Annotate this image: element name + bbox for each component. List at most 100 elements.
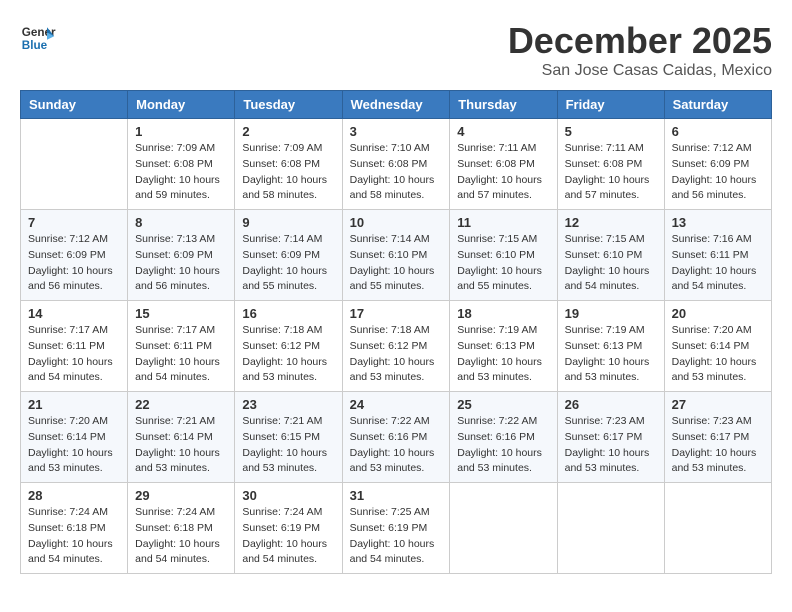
day-info: Sunrise: 7:21 AM Sunset: 6:15 PM Dayligh… (242, 414, 334, 477)
calendar-cell (664, 483, 771, 574)
day-number: 14 (28, 306, 120, 321)
day-info: Sunrise: 7:10 AM Sunset: 6:08 PM Dayligh… (350, 141, 443, 204)
day-number: 18 (457, 306, 549, 321)
day-header-friday: Friday (557, 91, 664, 119)
page-header: General Blue December 2025 San Jose Casa… (20, 20, 772, 80)
calendar-cell: 5 Sunrise: 7:11 AM Sunset: 6:08 PM Daylig… (557, 119, 664, 210)
day-number: 11 (457, 215, 549, 230)
day-number: 12 (565, 215, 657, 230)
day-info: Sunrise: 7:12 AM Sunset: 6:09 PM Dayligh… (672, 141, 764, 204)
calendar-cell: 19 Sunrise: 7:19 AM Sunset: 6:13 PM Dayli… (557, 301, 664, 392)
logo: General Blue (20, 20, 56, 56)
calendar-cell: 27 Sunrise: 7:23 AM Sunset: 6:17 PM Dayli… (664, 392, 771, 483)
day-number: 20 (672, 306, 764, 321)
day-number: 8 (135, 215, 227, 230)
week-row-3: 14 Sunrise: 7:17 AM Sunset: 6:11 PM Dayli… (21, 301, 772, 392)
day-number: 24 (350, 397, 443, 412)
calendar-cell: 22Sunrise: 7:21 AM Sunset: 6:14 PM Dayli… (128, 392, 235, 483)
month-title: December 2025 (508, 20, 772, 62)
calendar-cell: 18Sunrise: 7:19 AM Sunset: 6:13 PM Dayli… (450, 301, 557, 392)
calendar-cell: 3 Sunrise: 7:10 AM Sunset: 6:08 PM Daylig… (342, 119, 450, 210)
day-number: 27 (672, 397, 764, 412)
day-info: Sunrise: 7:21 AM Sunset: 6:14 PM Dayligh… (135, 414, 227, 477)
day-number: 25 (457, 397, 549, 412)
day-info: Sunrise: 7:19 AM Sunset: 6:13 PM Dayligh… (565, 323, 657, 386)
calendar-cell (450, 483, 557, 574)
calendar-cell: 11Sunrise: 7:15 AM Sunset: 6:10 PM Dayli… (450, 210, 557, 301)
calendar-cell: 10 Sunrise: 7:14 AM Sunset: 6:10 PM Dayli… (342, 210, 450, 301)
day-number: 3 (350, 124, 443, 139)
calendar-cell: 21 Sunrise: 7:20 AM Sunset: 6:14 PM Dayli… (21, 392, 128, 483)
day-info: Sunrise: 7:11 AM Sunset: 6:08 PM Dayligh… (565, 141, 657, 204)
calendar-cell: 9Sunrise: 7:14 AM Sunset: 6:09 PM Daylig… (235, 210, 342, 301)
day-info: Sunrise: 7:24 AM Sunset: 6:18 PM Dayligh… (28, 505, 120, 568)
day-info: Sunrise: 7:24 AM Sunset: 6:19 PM Dayligh… (242, 505, 334, 568)
week-row-5: 28 Sunrise: 7:24 AM Sunset: 6:18 PM Dayli… (21, 483, 772, 574)
day-number: 30 (242, 488, 334, 503)
calendar-cell: 12Sunrise: 7:15 AM Sunset: 6:10 PM Dayli… (557, 210, 664, 301)
calendar-cell: 4 Sunrise: 7:11 AM Sunset: 6:08 PM Daylig… (450, 119, 557, 210)
calendar-cell: 20 Sunrise: 7:20 AM Sunset: 6:14 PM Dayli… (664, 301, 771, 392)
calendar-cell: 6 Sunrise: 7:12 AM Sunset: 6:09 PM Daylig… (664, 119, 771, 210)
logo-icon: General Blue (20, 20, 56, 56)
day-info: Sunrise: 7:09 AM Sunset: 6:08 PM Dayligh… (135, 141, 227, 204)
day-info: Sunrise: 7:18 AM Sunset: 6:12 PM Dayligh… (350, 323, 443, 386)
calendar-cell: 26Sunrise: 7:23 AM Sunset: 6:17 PM Dayli… (557, 392, 664, 483)
calendar-cell: 7 Sunrise: 7:12 AM Sunset: 6:09 PM Daylig… (21, 210, 128, 301)
day-number: 21 (28, 397, 120, 412)
calendar-cell: 2 Sunrise: 7:09 AM Sunset: 6:08 PM Daylig… (235, 119, 342, 210)
day-number: 16 (242, 306, 334, 321)
day-info: Sunrise: 7:25 AM Sunset: 6:19 PM Dayligh… (350, 505, 443, 568)
day-header-sunday: Sunday (21, 91, 128, 119)
day-header-monday: Monday (128, 91, 235, 119)
days-header-row: SundayMondayTuesdayWednesdayThursdayFrid… (21, 91, 772, 119)
day-info: Sunrise: 7:14 AM Sunset: 6:10 PM Dayligh… (350, 232, 443, 295)
day-number: 9 (242, 215, 334, 230)
day-number: 5 (565, 124, 657, 139)
calendar-cell (557, 483, 664, 574)
day-info: Sunrise: 7:18 AM Sunset: 6:12 PM Dayligh… (242, 323, 334, 386)
day-info: Sunrise: 7:23 AM Sunset: 6:17 PM Dayligh… (565, 414, 657, 477)
calendar-cell: 8 Sunrise: 7:13 AM Sunset: 6:09 PM Daylig… (128, 210, 235, 301)
day-info: Sunrise: 7:11 AM Sunset: 6:08 PM Dayligh… (457, 141, 549, 204)
day-number: 1 (135, 124, 227, 139)
day-header-thursday: Thursday (450, 91, 557, 119)
day-number: 4 (457, 124, 549, 139)
calendar-cell: 30 Sunrise: 7:24 AM Sunset: 6:19 PM Dayli… (235, 483, 342, 574)
day-number: 6 (672, 124, 764, 139)
calendar-cell: 31 Sunrise: 7:25 AM Sunset: 6:19 PM Dayli… (342, 483, 450, 574)
calendar-cell: 25 Sunrise: 7:22 AM Sunset: 6:16 PM Dayli… (450, 392, 557, 483)
day-info: Sunrise: 7:24 AM Sunset: 6:18 PM Dayligh… (135, 505, 227, 568)
day-info: Sunrise: 7:13 AM Sunset: 6:09 PM Dayligh… (135, 232, 227, 295)
day-header-tuesday: Tuesday (235, 91, 342, 119)
calendar-cell: 13 Sunrise: 7:16 AM Sunset: 6:11 PM Dayli… (664, 210, 771, 301)
day-info: Sunrise: 7:20 AM Sunset: 6:14 PM Dayligh… (28, 414, 120, 477)
day-number: 15 (135, 306, 227, 321)
day-info: Sunrise: 7:17 AM Sunset: 6:11 PM Dayligh… (28, 323, 120, 386)
day-number: 28 (28, 488, 120, 503)
day-number: 10 (350, 215, 443, 230)
day-info: Sunrise: 7:12 AM Sunset: 6:09 PM Dayligh… (28, 232, 120, 295)
day-number: 17 (350, 306, 443, 321)
location-title: San Jose Casas Caidas, Mexico (508, 62, 772, 80)
calendar-cell: 14 Sunrise: 7:17 AM Sunset: 6:11 PM Dayli… (21, 301, 128, 392)
day-info: Sunrise: 7:22 AM Sunset: 6:16 PM Dayligh… (457, 414, 549, 477)
week-row-1: 1 Sunrise: 7:09 AM Sunset: 6:08 PM Daylig… (21, 119, 772, 210)
week-row-4: 21 Sunrise: 7:20 AM Sunset: 6:14 PM Dayli… (21, 392, 772, 483)
day-number: 2 (242, 124, 334, 139)
day-info: Sunrise: 7:16 AM Sunset: 6:11 PM Dayligh… (672, 232, 764, 295)
day-info: Sunrise: 7:23 AM Sunset: 6:17 PM Dayligh… (672, 414, 764, 477)
day-info: Sunrise: 7:17 AM Sunset: 6:11 PM Dayligh… (135, 323, 227, 386)
day-header-saturday: Saturday (664, 91, 771, 119)
calendar-cell: 23Sunrise: 7:21 AM Sunset: 6:15 PM Dayli… (235, 392, 342, 483)
day-number: 31 (350, 488, 443, 503)
week-row-2: 7 Sunrise: 7:12 AM Sunset: 6:09 PM Daylig… (21, 210, 772, 301)
calendar-cell: 15 Sunrise: 7:17 AM Sunset: 6:11 PM Dayli… (128, 301, 235, 392)
day-number: 13 (672, 215, 764, 230)
day-number: 7 (28, 215, 120, 230)
calendar-table: SundayMondayTuesdayWednesdayThursdayFrid… (20, 90, 772, 574)
day-number: 19 (565, 306, 657, 321)
title-section: December 2025 San Jose Casas Caidas, Mex… (508, 20, 772, 80)
day-info: Sunrise: 7:09 AM Sunset: 6:08 PM Dayligh… (242, 141, 334, 204)
day-info: Sunrise: 7:20 AM Sunset: 6:14 PM Dayligh… (672, 323, 764, 386)
